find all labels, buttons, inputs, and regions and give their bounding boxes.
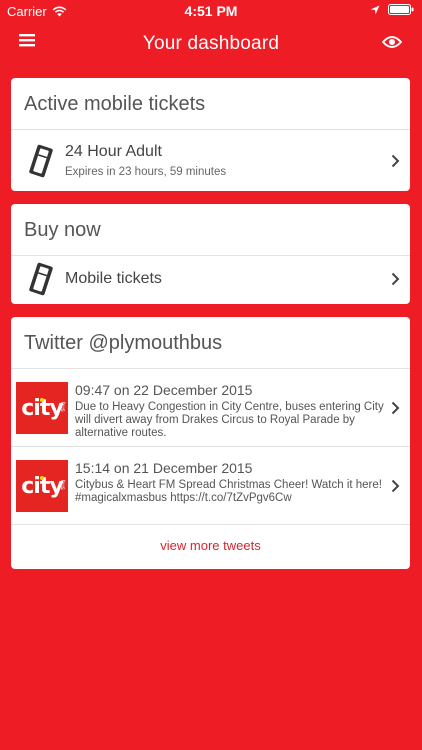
chevron-right-icon [391, 272, 400, 286]
active-tickets-title: Active mobile tickets [11, 78, 410, 130]
ticket-icon [29, 262, 53, 296]
chevron-right-icon [391, 479, 400, 492]
avatar-sub-text: bus [59, 402, 65, 412]
tweet-item[interactable]: city bus 15:14 on 21 December 2015 Cityb… [11, 447, 410, 525]
tweet-timestamp: 15:14 on 21 December 2015 [75, 460, 253, 476]
tweet-item[interactable]: city bus 09:47 on 22 December 2015 Due t… [11, 369, 410, 447]
twitter-title: Twitter @plymouthbus [11, 317, 410, 369]
mobile-tickets-label: Mobile tickets [65, 270, 162, 287]
view-more-tweets-link[interactable]: view more tweets [11, 525, 410, 565]
avatar-dot [40, 476, 44, 480]
tweet-text: Citybus & Heart FM Spread Christmas Chee… [75, 479, 382, 504]
buy-now-card: Buy now Mobile tickets [11, 204, 410, 304]
twitter-card: Twitter @plymouthbus city bus 09:47 on 2… [11, 317, 410, 569]
chevron-right-icon [391, 154, 400, 167]
citybus-avatar: city bus [16, 460, 68, 512]
avatar-dot [40, 398, 44, 402]
status-time: 4:51 PM [184, 3, 238, 19]
mobile-tickets-row[interactable]: Mobile tickets [11, 256, 410, 302]
chevron-right-icon [391, 401, 400, 414]
active-ticket-row[interactable]: 24 Hour Adult Expires in 23 hours, 59 mi… [11, 130, 410, 191]
buy-now-title: Buy now [11, 204, 410, 256]
citybus-avatar: city bus [16, 382, 68, 434]
tweet-text: Due to Heavy Congestion in City Centre, … [75, 401, 384, 439]
ticket-expiry: Expires in 23 hours, 59 minutes [65, 166, 227, 178]
status-bar: Carrier 4:51 PM [0, 0, 422, 22]
ticket-icon [29, 144, 53, 177]
avatar-sub-text: bus [59, 480, 65, 490]
battery-icon [388, 4, 414, 15]
eye-icon[interactable] [382, 35, 402, 49]
tweet-timestamp: 09:47 on 22 December 2015 [75, 382, 253, 398]
active-tickets-card: Active mobile tickets 24 Hour Adult Expi… [11, 78, 410, 191]
navigation-bar: Your dashboard [0, 22, 422, 66]
ticket-name: 24 Hour Adult [65, 143, 162, 160]
location-arrow-icon [370, 5, 380, 14]
page-title: Your dashboard [142, 33, 280, 54]
